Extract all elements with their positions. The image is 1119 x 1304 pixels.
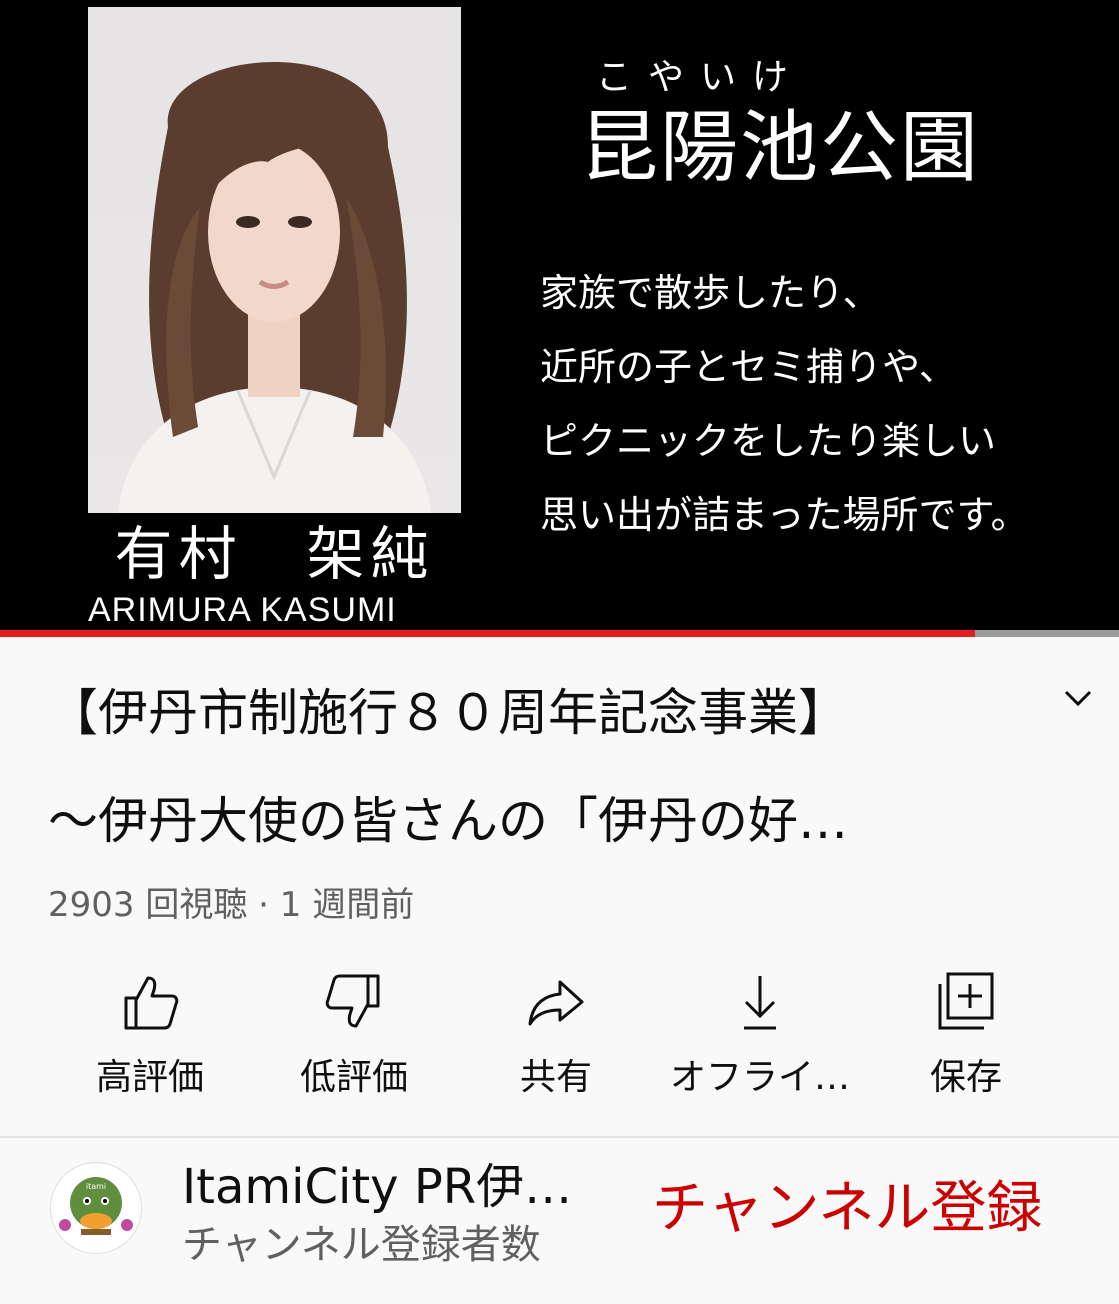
share-button[interactable]: 共有 (456, 970, 656, 1100)
person-name-jp: 有村 架純 (114, 520, 435, 588)
avatar-text: itami (86, 1182, 106, 1191)
download-button[interactable]: オフライ… (660, 970, 860, 1100)
place-name: 昆陽池公園 (580, 103, 981, 193)
video-title[interactable]: 【伊丹市制施行８０周年記念事業】 〜伊丹大使の皆さんの「伊丹の好… (48, 676, 1018, 850)
action-bar: 高評価 低評価 共有 オフライ… 保存 (0, 970, 1119, 1100)
person-name-en: ARIMURA KASUMI (88, 591, 397, 629)
action-label: 低評価 (299, 1057, 408, 1098)
place-ruby: こやいけ (596, 57, 805, 98)
subscribe-button[interactable]: チャンネル登録 (652, 1174, 1042, 1244)
video-meta: 2903 回視聴 · 1 週間前 (48, 885, 415, 925)
action-label: オフライ… (669, 1057, 850, 1098)
place-description: 家族で散歩したり、 近所の子とセミ捕りや、 ピクニックをしたり楽しい 思い出が詰… (540, 256, 1110, 552)
channel-name[interactable]: ItamiCity PR伊… (182, 1158, 572, 1216)
thumbs-down-icon (325, 974, 380, 1028)
download-icon (744, 976, 776, 1030)
video-player[interactable]: 有村 架純 ARIMURA KASUMI こやいけ 昆陽池公園 家族で散歩したり… (0, 0, 1119, 637)
title-line: 〜伊丹大使の皆さんの「伊丹の好… (48, 792, 848, 850)
title-line: 【伊丹市制施行８０周年記念事業】 (48, 684, 848, 742)
description-line: 近所の子とセミ捕りや、 (540, 345, 957, 389)
divider (0, 1136, 1119, 1138)
duck-mascot-icon: itami (59, 1177, 133, 1235)
subscriber-count: チャンネル登録者数 (182, 1222, 541, 1268)
portrait-photo (88, 7, 461, 513)
progress-bar[interactable] (0, 630, 1119, 637)
description-line: 家族で散歩したり、 (540, 271, 881, 315)
thumbs-up-icon (124, 976, 179, 1030)
action-label: 高評価 (95, 1057, 204, 1098)
channel-avatar[interactable]: itami (50, 1162, 142, 1254)
action-label: 共有 (519, 1057, 592, 1098)
description-line: 思い出が詰まった場所です。 (540, 493, 1029, 537)
description-line: ピクニックをしたり楽しい (540, 419, 997, 463)
save-playlist-icon (938, 972, 994, 1030)
share-icon (528, 980, 584, 1026)
progress-played (0, 630, 975, 637)
dislike-button[interactable]: 低評価 (254, 970, 454, 1100)
chevron-down-icon[interactable] (1060, 684, 1096, 714)
save-button[interactable]: 保存 (866, 970, 1066, 1100)
action-label: 保存 (929, 1057, 1002, 1098)
like-button[interactable]: 高評価 (50, 970, 250, 1100)
